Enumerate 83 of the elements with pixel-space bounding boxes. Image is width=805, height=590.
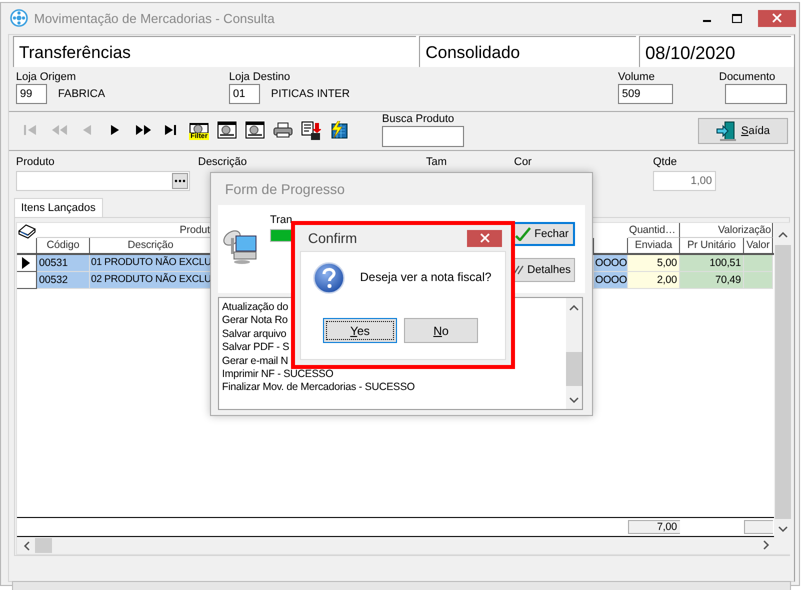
- field-label: Documento: [719, 71, 776, 83]
- store-code-field[interactable]: 99: [16, 84, 47, 104]
- column-header[interactable]: Enviada: [628, 238, 680, 253]
- lightning-icon[interactable]: [329, 121, 349, 141]
- dialog-title: Form de Progresso: [224, 180, 346, 199]
- tab[interactable]: Itens Lançados: [14, 198, 103, 217]
- column-header[interactable]: Código: [37, 238, 90, 253]
- log-line: Salvar PDF - S: [222, 341, 290, 355]
- group-header: Quantid…: [628, 223, 680, 238]
- table-cell: OOOO: [594, 272, 628, 289]
- table-cell: 2,00: [628, 272, 680, 289]
- scroll-down-icon[interactable]: [778, 525, 788, 533]
- app-icon: [10, 9, 28, 27]
- operation-title: Transferências: [13, 36, 416, 67]
- document-field[interactable]: [725, 84, 787, 104]
- log-line: Imprimir NF - SUCESSO: [222, 368, 334, 382]
- field-label: Descrição: [198, 156, 248, 170]
- scroll-up-icon[interactable]: [569, 304, 579, 312]
- close-icon[interactable]: [772, 13, 782, 23]
- table-cell: OOOO: [594, 255, 628, 272]
- search-field[interactable]: [382, 126, 464, 146]
- status-label: Tran: [270, 214, 294, 226]
- total-field: 7,00: [628, 520, 680, 534]
- quantity-field[interactable]: 1,00: [653, 170, 716, 190]
- scrollbar-thumb[interactable]: [566, 352, 582, 386]
- field-label: Loja Destino: [229, 71, 292, 83]
- yes-button[interactable]: Yes: [323, 318, 397, 343]
- column-header[interactable]: Pr Unitário: [680, 238, 744, 253]
- date-title: 08/10/2020: [639, 36, 791, 67]
- exit-button[interactable]: Saída: [698, 118, 788, 144]
- table-cell: 100,51: [680, 255, 744, 272]
- computer-icon: [222, 229, 258, 265]
- lookup-button[interactable]: [172, 172, 188, 188]
- store-name: PITICAS INTER: [271, 88, 350, 100]
- field-label: Cor: [514, 156, 533, 170]
- question-icon: [313, 262, 345, 294]
- close-icon[interactable]: [480, 233, 490, 243]
- table-cell: 70,49: [680, 272, 744, 289]
- table-cell: 01 PRODUTO NÃO EXCLU: [90, 255, 212, 272]
- table-cell: 5,00: [628, 255, 680, 272]
- maximize-icon[interactable]: [732, 14, 742, 22]
- store-name: FABRICA: [58, 88, 106, 100]
- scroll-down-icon[interactable]: [569, 396, 579, 404]
- field-label: Qtde: [653, 156, 678, 170]
- field-label: Loja Origem: [16, 71, 77, 83]
- scroll-up-icon[interactable]: [778, 231, 788, 239]
- message-text: Deseja ver a nota fiscal?: [360, 270, 492, 284]
- table-cell: 02 PRODUTO NÃO EXCLU: [90, 272, 212, 289]
- product-field[interactable]: [16, 170, 190, 190]
- scroll-left-icon[interactable]: [23, 540, 31, 550]
- log-line: Gerar e-mail N: [222, 354, 288, 368]
- mode-title: Consolidado: [419, 36, 636, 67]
- report-icon[interactable]: [245, 121, 265, 141]
- store-code-field[interactable]: 01: [229, 84, 260, 104]
- scrollbar-thumb[interactable]: [35, 538, 52, 553]
- scrollbar-thumb[interactable]: [774, 245, 790, 519]
- report-icon[interactable]: [217, 121, 237, 141]
- column-header[interactable]: Valor: [744, 238, 773, 253]
- door-exit-icon: [716, 121, 736, 141]
- table-cell: [744, 255, 773, 272]
- log-line: Atualização do: [222, 301, 288, 314]
- table-cell: 00531: [37, 255, 90, 272]
- log-line: Gerar Nota Ro: [222, 314, 288, 328]
- group-header: Valorização: [680, 223, 773, 238]
- check-icon: [515, 227, 532, 241]
- current-row-icon: [22, 257, 30, 269]
- document-export-icon[interactable]: [301, 121, 321, 141]
- table-cell: [744, 272, 773, 289]
- window-title: Movimentação de Mercadorias - Consulta: [34, 10, 276, 26]
- field-label: Volume: [618, 71, 656, 83]
- close-button[interactable]: [758, 10, 796, 26]
- volume-field[interactable]: 509: [618, 84, 673, 104]
- table-cell: 00532: [37, 272, 90, 289]
- field-label: Busca Produto: [382, 112, 456, 124]
- slash-icon: [513, 265, 524, 275]
- dialog-title: Confirm: [308, 230, 358, 246]
- log-line: Finalizar Mov. de Mercadorias - SUCESSO: [222, 381, 415, 395]
- no-button[interactable]: No: [404, 318, 478, 343]
- field-label: Tam: [426, 156, 448, 170]
- log-line: Salvar arquivo: [222, 328, 286, 342]
- close-button[interactable]: [467, 230, 502, 246]
- scroll-right-icon[interactable]: [762, 540, 770, 550]
- field-label: Produto: [16, 156, 56, 170]
